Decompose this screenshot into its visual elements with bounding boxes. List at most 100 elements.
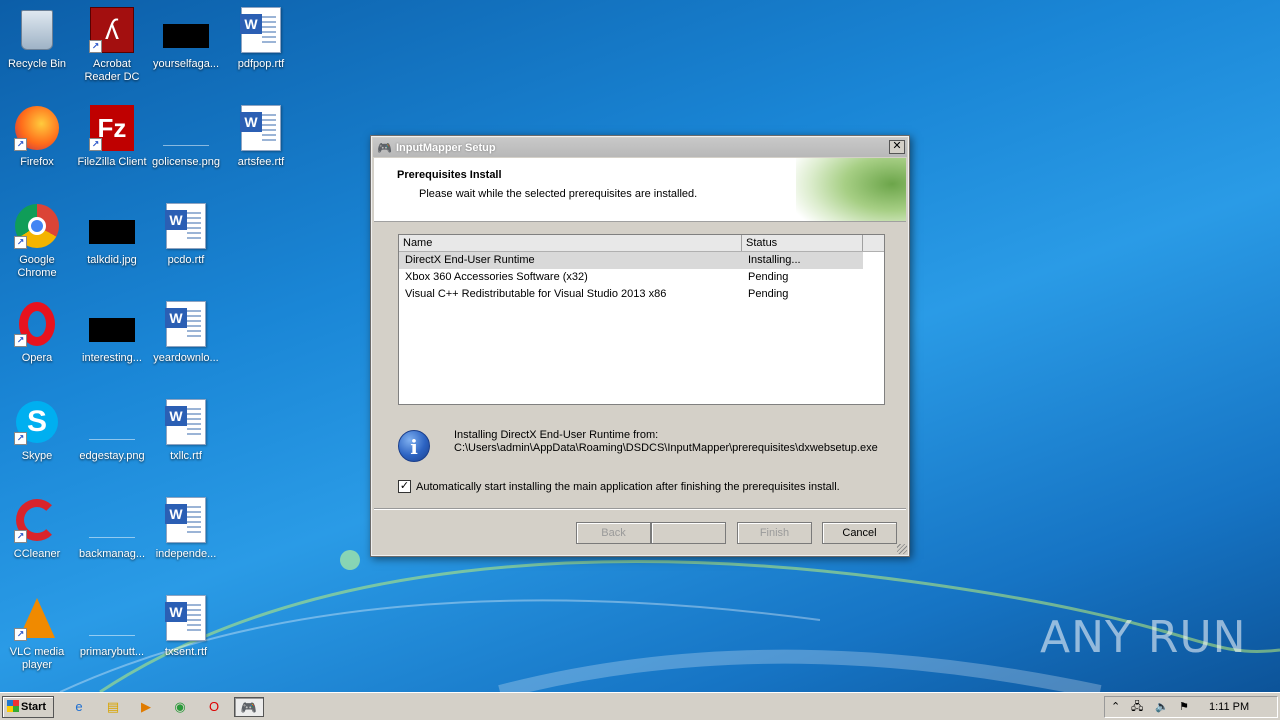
desktop-icon-label: pcdo.rtf bbox=[167, 254, 205, 266]
desktop-icon-independe[interactable]: W independe... bbox=[149, 496, 223, 561]
desktop-icon-recycle-bin[interactable]: Recycle Bin bbox=[0, 6, 74, 71]
desktop-icon-label: backmanag... bbox=[78, 548, 146, 560]
desktop-icon-label: Acrobat Reader DC bbox=[84, 58, 140, 83]
desktop-icon-label: golicense.png bbox=[152, 156, 220, 168]
desktop-icon-skype[interactable]: S ↗ Skype bbox=[0, 398, 74, 463]
item-status: Pending bbox=[748, 288, 789, 300]
desktop-icon-label: yeardownlo... bbox=[153, 352, 219, 364]
column-name[interactable]: Name bbox=[399, 235, 742, 251]
setup-dialog: 🎮 InputMapper Setup ✕ Prerequisites Inst… bbox=[370, 135, 910, 557]
desktop-icon-label: VLC media player bbox=[9, 646, 65, 671]
desktop-icon-filezilla[interactable]: Fz ↗ FileZilla Client bbox=[75, 104, 149, 169]
item-name: Visual C++ Redistributable for Visual St… bbox=[405, 288, 667, 300]
folder-icon[interactable]: ▤ bbox=[102, 697, 124, 717]
list-item[interactable]: DirectX End-User Runtime Installing... bbox=[399, 252, 863, 269]
install-info: Installing DirectX End-User Runtime from… bbox=[454, 429, 878, 455]
desktop-icon-label: FileZilla Client bbox=[77, 156, 147, 168]
taskbar: Start e ▤ ▶ ◉ O 🎮 ⌃ 🖧 🔈 ⚑ 1:11 PM bbox=[0, 692, 1280, 720]
media-player-icon[interactable]: ▶ bbox=[135, 697, 157, 717]
dialog-titlebar[interactable]: 🎮 InputMapper Setup ✕ bbox=[373, 138, 907, 157]
desktop-icon-label: artsfee.rtf bbox=[237, 156, 285, 168]
desktop-icon-talkdid[interactable]: talkdid.jpg bbox=[75, 202, 149, 267]
list-item[interactable]: Xbox 360 Accessories Software (x32) Pend… bbox=[399, 269, 884, 286]
start-label: Start bbox=[21, 701, 47, 713]
desktop-icon-edgestay[interactable]: edgestay.png bbox=[75, 398, 149, 463]
leaf-banner-graphic bbox=[796, 158, 906, 221]
desktop-icon-acrobat[interactable]: ʎ ↗ Acrobat Reader DC bbox=[75, 6, 149, 84]
desktop-icon-golicense[interactable]: golicense.png bbox=[149, 104, 223, 169]
close-button[interactable]: ✕ bbox=[889, 140, 905, 154]
column-status[interactable]: Status bbox=[742, 235, 863, 251]
desktop-icon-label: txllc.rtf bbox=[170, 450, 202, 462]
opera-icon: ↗ bbox=[13, 300, 61, 348]
image-thumbnail bbox=[88, 300, 136, 348]
header-subtitle: Please wait while the selected prerequis… bbox=[419, 188, 698, 200]
action-center-flag-icon[interactable]: ⚑ bbox=[1179, 697, 1189, 717]
desktop-icon-label: independe... bbox=[155, 548, 217, 560]
info-line-1: Installing DirectX End-User Runtime from… bbox=[454, 429, 659, 441]
desktop-icon-opera[interactable]: ↗ Opera bbox=[0, 300, 74, 365]
item-status: Installing... bbox=[748, 254, 801, 266]
gamepad-icon: 🎮 bbox=[377, 140, 392, 155]
image-thumbnail bbox=[162, 104, 210, 152]
desktop-icon-yeardownlo[interactable]: W yeardownlo... bbox=[149, 300, 223, 365]
desktop-icon-label: yourselfaga... bbox=[152, 58, 220, 70]
desktop-icon-firefox[interactable]: ↗ Firefox bbox=[0, 104, 74, 169]
desktop-icon-ccleaner[interactable]: ↗ CCleaner bbox=[0, 496, 74, 561]
firefox-icon: ↗ bbox=[13, 104, 61, 152]
header-title: Prerequisites Install bbox=[397, 169, 502, 181]
volume-icon[interactable]: 🔈 bbox=[1155, 697, 1169, 717]
filezilla-icon: Fz ↗ bbox=[88, 104, 136, 152]
word-document-icon: W bbox=[162, 496, 210, 544]
show-hidden-icons-icon[interactable]: ⌃ bbox=[1111, 697, 1120, 717]
desktop-icon-vlc[interactable]: ↗ VLC media player bbox=[0, 594, 74, 672]
cancel-button[interactable]: Cancel bbox=[822, 522, 897, 544]
list-header: Name Status bbox=[399, 235, 884, 252]
auto-install-checkbox[interactable]: ✓ bbox=[398, 480, 411, 493]
column-filler bbox=[863, 235, 884, 251]
item-name: Xbox 360 Accessories Software (x32) bbox=[405, 271, 588, 283]
desktop-icon-primarybutt[interactable]: primarybutt... bbox=[75, 594, 149, 659]
anyrun-watermark: ANY RUN bbox=[1040, 612, 1247, 663]
desktop-icon-yourselfaga[interactable]: yourselfaga... bbox=[149, 6, 223, 71]
item-name: DirectX End-User Runtime bbox=[405, 254, 535, 266]
desktop-icon-pcdo[interactable]: W pcdo.rtf bbox=[149, 202, 223, 267]
auto-install-option[interactable]: ✓ Automatically start installing the mai… bbox=[398, 480, 840, 493]
recycle-bin-icon bbox=[13, 6, 61, 54]
word-document-icon: W bbox=[162, 594, 210, 642]
resize-grip[interactable] bbox=[897, 544, 907, 554]
image-thumbnail bbox=[88, 202, 136, 250]
list-item[interactable]: Visual C++ Redistributable for Visual St… bbox=[399, 286, 884, 303]
inputmapper-taskbar-icon[interactable]: 🎮 bbox=[234, 697, 264, 717]
next-button[interactable] bbox=[651, 522, 726, 544]
image-thumbnail bbox=[162, 6, 210, 54]
desktop-icon-interesting[interactable]: interesting... bbox=[75, 300, 149, 365]
desktop-icon-artsfee[interactable]: W artsfee.rtf bbox=[224, 104, 298, 169]
desktop-icon-label: edgestay.png bbox=[79, 450, 145, 462]
finish-button[interactable]: Finish bbox=[737, 522, 812, 544]
desktop-icon-chrome[interactable]: ↗ Google Chrome bbox=[0, 202, 74, 280]
image-thumbnail bbox=[88, 398, 136, 446]
clock[interactable]: 1:11 PM bbox=[1209, 697, 1249, 717]
desktop-icon-backmanag[interactable]: backmanag... bbox=[75, 496, 149, 561]
desktop-icon-label: pdfpop.rtf bbox=[237, 58, 285, 70]
desktop-icon-txllc[interactable]: W txllc.rtf bbox=[149, 398, 223, 463]
dialog-title: InputMapper Setup bbox=[395, 141, 496, 154]
start-button[interactable]: Start bbox=[2, 696, 54, 718]
item-status: Pending bbox=[748, 271, 789, 283]
prerequisites-list[interactable]: Name Status DirectX End-User Runtime Ins… bbox=[398, 234, 885, 405]
opera-taskbar-icon[interactable]: O bbox=[203, 697, 225, 717]
desktop-icon-label: CCleaner bbox=[13, 548, 61, 560]
chrome-taskbar-icon[interactable]: ◉ bbox=[169, 697, 191, 717]
word-document-icon: W bbox=[237, 104, 285, 152]
auto-install-label[interactable]: Automatically start installing the main … bbox=[416, 481, 840, 493]
desktop-icon-pdfpop[interactable]: W pdfpop.rtf bbox=[224, 6, 298, 71]
network-icon[interactable]: 🖧 bbox=[1131, 697, 1143, 717]
info-icon: i bbox=[398, 430, 430, 462]
back-button[interactable]: Back bbox=[576, 522, 651, 544]
chrome-icon: ↗ bbox=[13, 202, 61, 250]
desktop-icon-txsent[interactable]: W txsent.rtf bbox=[149, 594, 223, 659]
desktop-icon-label: Recycle Bin bbox=[7, 58, 67, 70]
internet-explorer-icon[interactable]: e bbox=[68, 697, 90, 717]
word-document-icon: W bbox=[162, 202, 210, 250]
